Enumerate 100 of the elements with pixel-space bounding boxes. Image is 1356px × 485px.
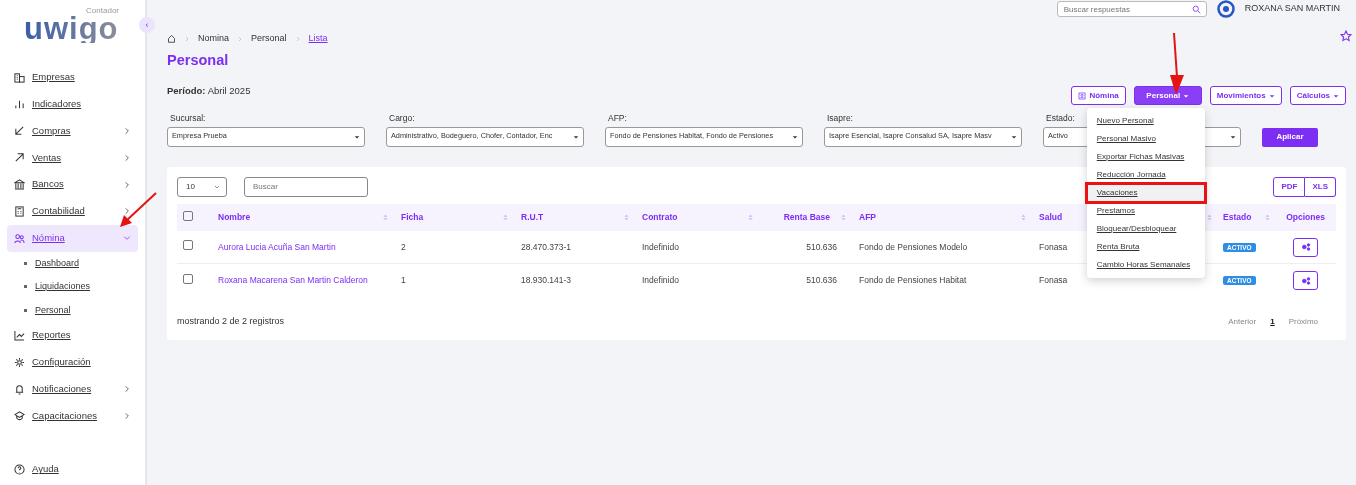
column-header[interactable]: AFP bbox=[859, 211, 876, 224]
submenu-item[interactable]: Dashboard bbox=[0, 251, 145, 276]
breadcrumb-link[interactable]: Personal bbox=[251, 32, 287, 46]
graduation-cap-icon bbox=[14, 410, 25, 422]
sidebar-item[interactable]: Configuración bbox=[7, 348, 138, 376]
filter-label: Isapre: bbox=[826, 112, 853, 125]
filter-label: Sucursal: bbox=[169, 112, 206, 125]
action-button[interactable]: Movimientos bbox=[1209, 86, 1282, 105]
menu-item[interactable]: Bloquear/Desbloquear bbox=[1086, 220, 1205, 238]
chevron-right-icon bbox=[184, 35, 190, 42]
filter-label: Cargo: bbox=[388, 112, 415, 125]
breadcrumb-link[interactable]: Lista bbox=[308, 32, 328, 46]
sort-icon bbox=[840, 212, 847, 222]
menu-item[interactable]: Exportar Fichas Masivas bbox=[1086, 148, 1205, 166]
action-button[interactable]: Cálculos bbox=[1289, 86, 1346, 105]
sidebar-item[interactable]: Compras bbox=[7, 117, 138, 145]
chevron-right-icon bbox=[123, 127, 131, 135]
filter-label: AFP: bbox=[607, 112, 627, 125]
sidebar-item[interactable]: Bancos bbox=[7, 171, 138, 198]
chevron-right-icon bbox=[123, 411, 131, 420]
breadcrumb-link[interactable]: Nomina bbox=[198, 32, 229, 46]
select-all-checkbox[interactable] bbox=[183, 210, 193, 221]
menu-item[interactable]: Cambio Horas Semanales bbox=[1086, 256, 1205, 274]
search-icon bbox=[1191, 5, 1201, 14]
sidebar-item[interactable]: Reportes bbox=[7, 322, 138, 349]
menu-item[interactable]: Renta Bruta bbox=[1086, 238, 1205, 256]
caret-down-icon bbox=[1011, 133, 1017, 140]
calculator-icon bbox=[14, 205, 25, 217]
pagination-link[interactable]: Anterior bbox=[1228, 315, 1257, 328]
table-cell: 510.636 bbox=[806, 241, 837, 252]
line-chart-icon bbox=[14, 329, 25, 341]
column-header[interactable]: Ficha bbox=[401, 211, 424, 224]
menu-item[interactable]: Prestamos bbox=[1086, 202, 1205, 220]
sidebar-item[interactable]: Indicadores bbox=[7, 90, 138, 118]
column-header[interactable]: Nombre bbox=[218, 211, 251, 224]
sort-icon bbox=[747, 212, 754, 222]
employee-name-link[interactable]: Aurora Lucia Acuña San Martin bbox=[218, 241, 336, 252]
sidebar-item[interactable]: Nómina bbox=[7, 224, 138, 252]
sort-icon bbox=[1020, 212, 1027, 222]
avatar-icon bbox=[1216, 0, 1235, 18]
menu-item[interactable]: Vacaciones bbox=[1086, 184, 1205, 202]
caret-down-icon bbox=[1333, 92, 1339, 99]
caret-down-icon bbox=[1183, 92, 1190, 99]
bullet-icon bbox=[24, 261, 27, 265]
employee-name-link[interactable]: Roxana Macarena San Martin Calderon bbox=[218, 275, 368, 286]
page-size-select[interactable]: 10 bbox=[177, 176, 227, 197]
export-button[interactable]: PDF bbox=[1273, 176, 1306, 197]
caret-down-icon bbox=[1230, 133, 1236, 140]
sort-icon bbox=[1264, 212, 1271, 222]
pagination-link[interactable]: Próximo bbox=[1288, 315, 1318, 328]
action-button[interactable]: Personal bbox=[1133, 86, 1202, 105]
table-cell: Indefinido bbox=[642, 241, 679, 252]
table-cell: Fonasa bbox=[1039, 275, 1068, 286]
menu-item[interactable]: Personal Masivo bbox=[1086, 130, 1205, 148]
export-button[interactable]: XLS bbox=[1305, 176, 1336, 197]
sidebar-item[interactable]: Empresas bbox=[7, 64, 138, 91]
pagination-link[interactable]: 1 bbox=[1270, 315, 1275, 328]
table-cell: Indefinido bbox=[642, 275, 679, 286]
bell-icon bbox=[14, 383, 25, 395]
menu-item[interactable]: Nuevo Personal bbox=[1086, 112, 1205, 130]
action-button[interactable]: Nómina bbox=[1071, 86, 1126, 105]
column-header[interactable]: Contrato bbox=[642, 211, 678, 224]
sidebar-item[interactable]: Ventas bbox=[7, 144, 138, 172]
help-icon bbox=[14, 464, 25, 476]
table-cell: Fondo de Pensiones Habitat bbox=[859, 275, 967, 286]
chevron-right-icon bbox=[294, 35, 301, 42]
search-field[interactable]: Buscar respuestas bbox=[1056, 1, 1207, 17]
search-field[interactable]: Buscar bbox=[244, 176, 368, 197]
sidebar-item[interactable]: Notificaciones bbox=[7, 375, 138, 403]
records-summary: mostrando 2 de 2 registros bbox=[177, 314, 285, 328]
options-button[interactable] bbox=[1293, 237, 1318, 257]
chevron-right-icon bbox=[123, 153, 131, 162]
table-cell: 28.470.373-1 bbox=[521, 241, 572, 252]
star-icon bbox=[1340, 30, 1352, 42]
submenu-item[interactable]: Personal bbox=[0, 298, 145, 323]
caret-down-icon bbox=[573, 133, 579, 140]
caret-down-icon bbox=[354, 133, 360, 140]
user-name[interactable]: ROXANA SAN MARTIN bbox=[1244, 2, 1340, 16]
submenu-item[interactable]: Liquidaciones bbox=[0, 275, 145, 299]
column-header[interactable]: R.U.T bbox=[521, 211, 544, 224]
menu-item[interactable]: Reducción Jornada bbox=[1086, 166, 1205, 184]
table-cell: 18.930.141-3 bbox=[521, 275, 572, 286]
filter-label: Estado: bbox=[1045, 112, 1075, 125]
table-cell: 510.636 bbox=[806, 275, 837, 286]
sidebar-item[interactable]: Capacitaciones bbox=[7, 402, 138, 430]
chevron-down-icon bbox=[214, 183, 220, 190]
bank-icon bbox=[14, 179, 25, 191]
period-text: Período: Abril 2025 bbox=[167, 83, 251, 98]
table-cell: Fondo de Pensiones Modelo bbox=[859, 241, 968, 252]
sidebar-item[interactable]: Contabilidad bbox=[7, 198, 138, 225]
sidebar-item[interactable]: Ayuda bbox=[7, 456, 138, 483]
collapse-button[interactable]: ‹ bbox=[139, 17, 155, 33]
logo-subtitle: Contador bbox=[85, 6, 120, 15]
column-header[interactable]: Salud bbox=[1039, 211, 1063, 224]
row-checkbox[interactable] bbox=[183, 273, 193, 284]
apply-button[interactable]: Aplicar bbox=[1262, 127, 1318, 147]
table-cell: 2 bbox=[401, 241, 406, 252]
row-checkbox[interactable] bbox=[183, 240, 193, 251]
arrow-up-right-icon bbox=[14, 152, 25, 164]
options-button[interactable] bbox=[1293, 271, 1318, 291]
